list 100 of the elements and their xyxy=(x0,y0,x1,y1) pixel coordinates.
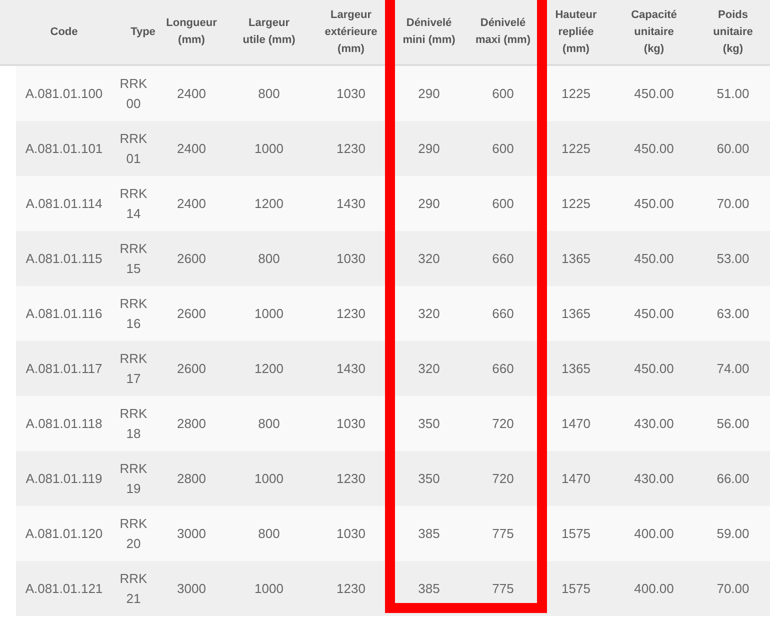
table-cell-text: 800 xyxy=(257,524,281,543)
table-cell-text: 385 xyxy=(417,524,441,543)
table-cell-text: 450.00 xyxy=(633,140,675,158)
table-cell-text: 350 xyxy=(417,414,441,433)
table-cell-text: 660 xyxy=(491,304,515,323)
table-cell-text: RRK 20 xyxy=(118,514,148,552)
table-cell-text: 450.00 xyxy=(633,84,675,103)
table-cell-text: 1365 xyxy=(560,360,592,378)
table-cell-text: RRK 14 xyxy=(118,184,148,222)
table-cell-text: 51.00 xyxy=(716,84,750,103)
table-cell-text: 775 xyxy=(491,524,515,543)
table-cell-text: 1575 xyxy=(560,580,592,598)
table-cell-text: A.081.01.114 xyxy=(24,194,104,213)
table-cell-text: 800 xyxy=(257,414,281,433)
table-cell-text: 800 xyxy=(257,250,281,268)
table-cell-text: 290 xyxy=(417,194,441,213)
table-cell-text: RRK 15 xyxy=(118,240,148,278)
table-cell-text: 70.00 xyxy=(716,194,750,213)
table-cell-text: 385 xyxy=(417,580,441,598)
table-cell-text: A.081.01.117 xyxy=(24,360,104,378)
table-cell-text: 1430 xyxy=(336,194,366,213)
table-cell-text: 1230 xyxy=(336,140,366,158)
table-cell-text: A.081.01.118 xyxy=(24,414,104,433)
column-header: Code xyxy=(49,24,79,40)
table-cell-text: RRK 01 xyxy=(118,130,148,168)
table-cell-text: 2600 xyxy=(176,250,207,268)
table-cell-text: 1230 xyxy=(336,304,366,323)
table-cell-text: 320 xyxy=(417,304,441,323)
table-cell-text: 430.00 xyxy=(633,470,675,488)
table-cell-text: 1000 xyxy=(254,140,284,158)
table-cell-text: 430.00 xyxy=(633,414,675,433)
table-cell-text: 320 xyxy=(417,250,441,268)
table-cell-text: 1000 xyxy=(254,304,284,323)
column-header: Hauteur repliée (mm) xyxy=(554,8,598,56)
table-cell-text: 3000 xyxy=(176,580,207,598)
table-cell-text: 600 xyxy=(491,194,515,213)
table-cell-text: A.081.01.120 xyxy=(24,524,104,543)
table-cell-text: 1030 xyxy=(336,84,366,103)
table-cell-text: 1000 xyxy=(254,580,284,598)
table-cell-text: 2400 xyxy=(176,84,207,103)
table-cell-text: 400.00 xyxy=(633,524,675,543)
table-cell-text: 350 xyxy=(417,470,441,488)
table-cell-text: 320 xyxy=(417,360,441,378)
table-cell-text: 2600 xyxy=(176,304,207,323)
table-cell-text: 2400 xyxy=(176,194,207,213)
table-cell-text: RRK 17 xyxy=(118,350,148,388)
table-cell-text: 290 xyxy=(417,140,441,158)
table-cell-text: RRK 18 xyxy=(118,404,148,442)
table-cell-text: 74.00 xyxy=(716,360,750,378)
table-cell-text: 2400 xyxy=(176,140,207,158)
table-cell-text: RRK 19 xyxy=(118,460,148,498)
table-cell-text: 660 xyxy=(491,360,515,378)
table-cell-text: 720 xyxy=(491,470,515,488)
table-cell-text: 775 xyxy=(491,580,515,598)
table-cell-text: 450.00 xyxy=(633,304,675,323)
table-cell-text: 660 xyxy=(491,250,515,268)
table-cell-text: A.081.01.121 xyxy=(24,580,104,598)
table-cell-text: 1470 xyxy=(560,470,592,488)
column-header: Largeur extérieure (mm) xyxy=(324,8,378,56)
table-cell-text: 1575 xyxy=(560,524,592,543)
table-cell-text: 1365 xyxy=(560,250,592,268)
table-cell-text: 66.00 xyxy=(716,470,750,488)
table-cell-text: 59.00 xyxy=(716,524,750,543)
table-cell-text: 800 xyxy=(257,84,281,103)
table-cell-text: 290 xyxy=(417,84,441,103)
table-cell-text: 720 xyxy=(491,414,515,433)
table-cell-text: 450.00 xyxy=(633,360,675,378)
table-cell-text: 1230 xyxy=(336,580,366,598)
table-cell-text: 2600 xyxy=(176,360,207,378)
table-cell-text: 1030 xyxy=(336,250,366,268)
column-header: Capacité unitaire (kg) xyxy=(630,8,678,56)
table-cell-text: 1200 xyxy=(254,194,284,213)
table-cell-text: 400.00 xyxy=(633,580,675,598)
table-cell-text: 2800 xyxy=(176,470,207,488)
table-cell-text: 1225 xyxy=(560,140,592,158)
table-cell-text: A.081.01.101 xyxy=(24,140,104,158)
table-cell-text: 63.00 xyxy=(716,304,750,323)
table-cell-text: 1225 xyxy=(560,194,592,213)
table-cell-text: RRK 16 xyxy=(118,294,148,332)
column-header: Dénivelé mini (mm) xyxy=(402,16,456,48)
table-cell-text: 70.00 xyxy=(716,580,750,598)
table-cell-text: 60.00 xyxy=(716,140,750,158)
table-cell-text: 1225 xyxy=(560,84,592,103)
table-cell-text: 450.00 xyxy=(633,250,675,268)
table-cell-text: 1000 xyxy=(254,470,284,488)
column-header: Dénivelé maxi (mm) xyxy=(474,16,532,48)
table-cell-text: 1030 xyxy=(336,524,366,543)
table-cell-text: 2800 xyxy=(176,414,207,433)
table-cell-text: 1365 xyxy=(560,304,592,323)
column-header: Longueur (mm) xyxy=(165,16,218,48)
table-cell-text: RRK 00 xyxy=(118,74,148,112)
table-cell-text: 1470 xyxy=(560,414,592,433)
table-cell-text: 53.00 xyxy=(716,250,750,268)
column-header: Type xyxy=(130,24,156,40)
table-cell-text: 600 xyxy=(491,84,515,103)
table-cell-text: 1430 xyxy=(336,360,366,378)
column-header: Largeur utile (mm) xyxy=(242,16,296,48)
table-cell-text: A.081.01.100 xyxy=(24,84,104,103)
table-cell-text: 600 xyxy=(491,140,515,158)
table-cell-text: 1200 xyxy=(254,360,284,378)
